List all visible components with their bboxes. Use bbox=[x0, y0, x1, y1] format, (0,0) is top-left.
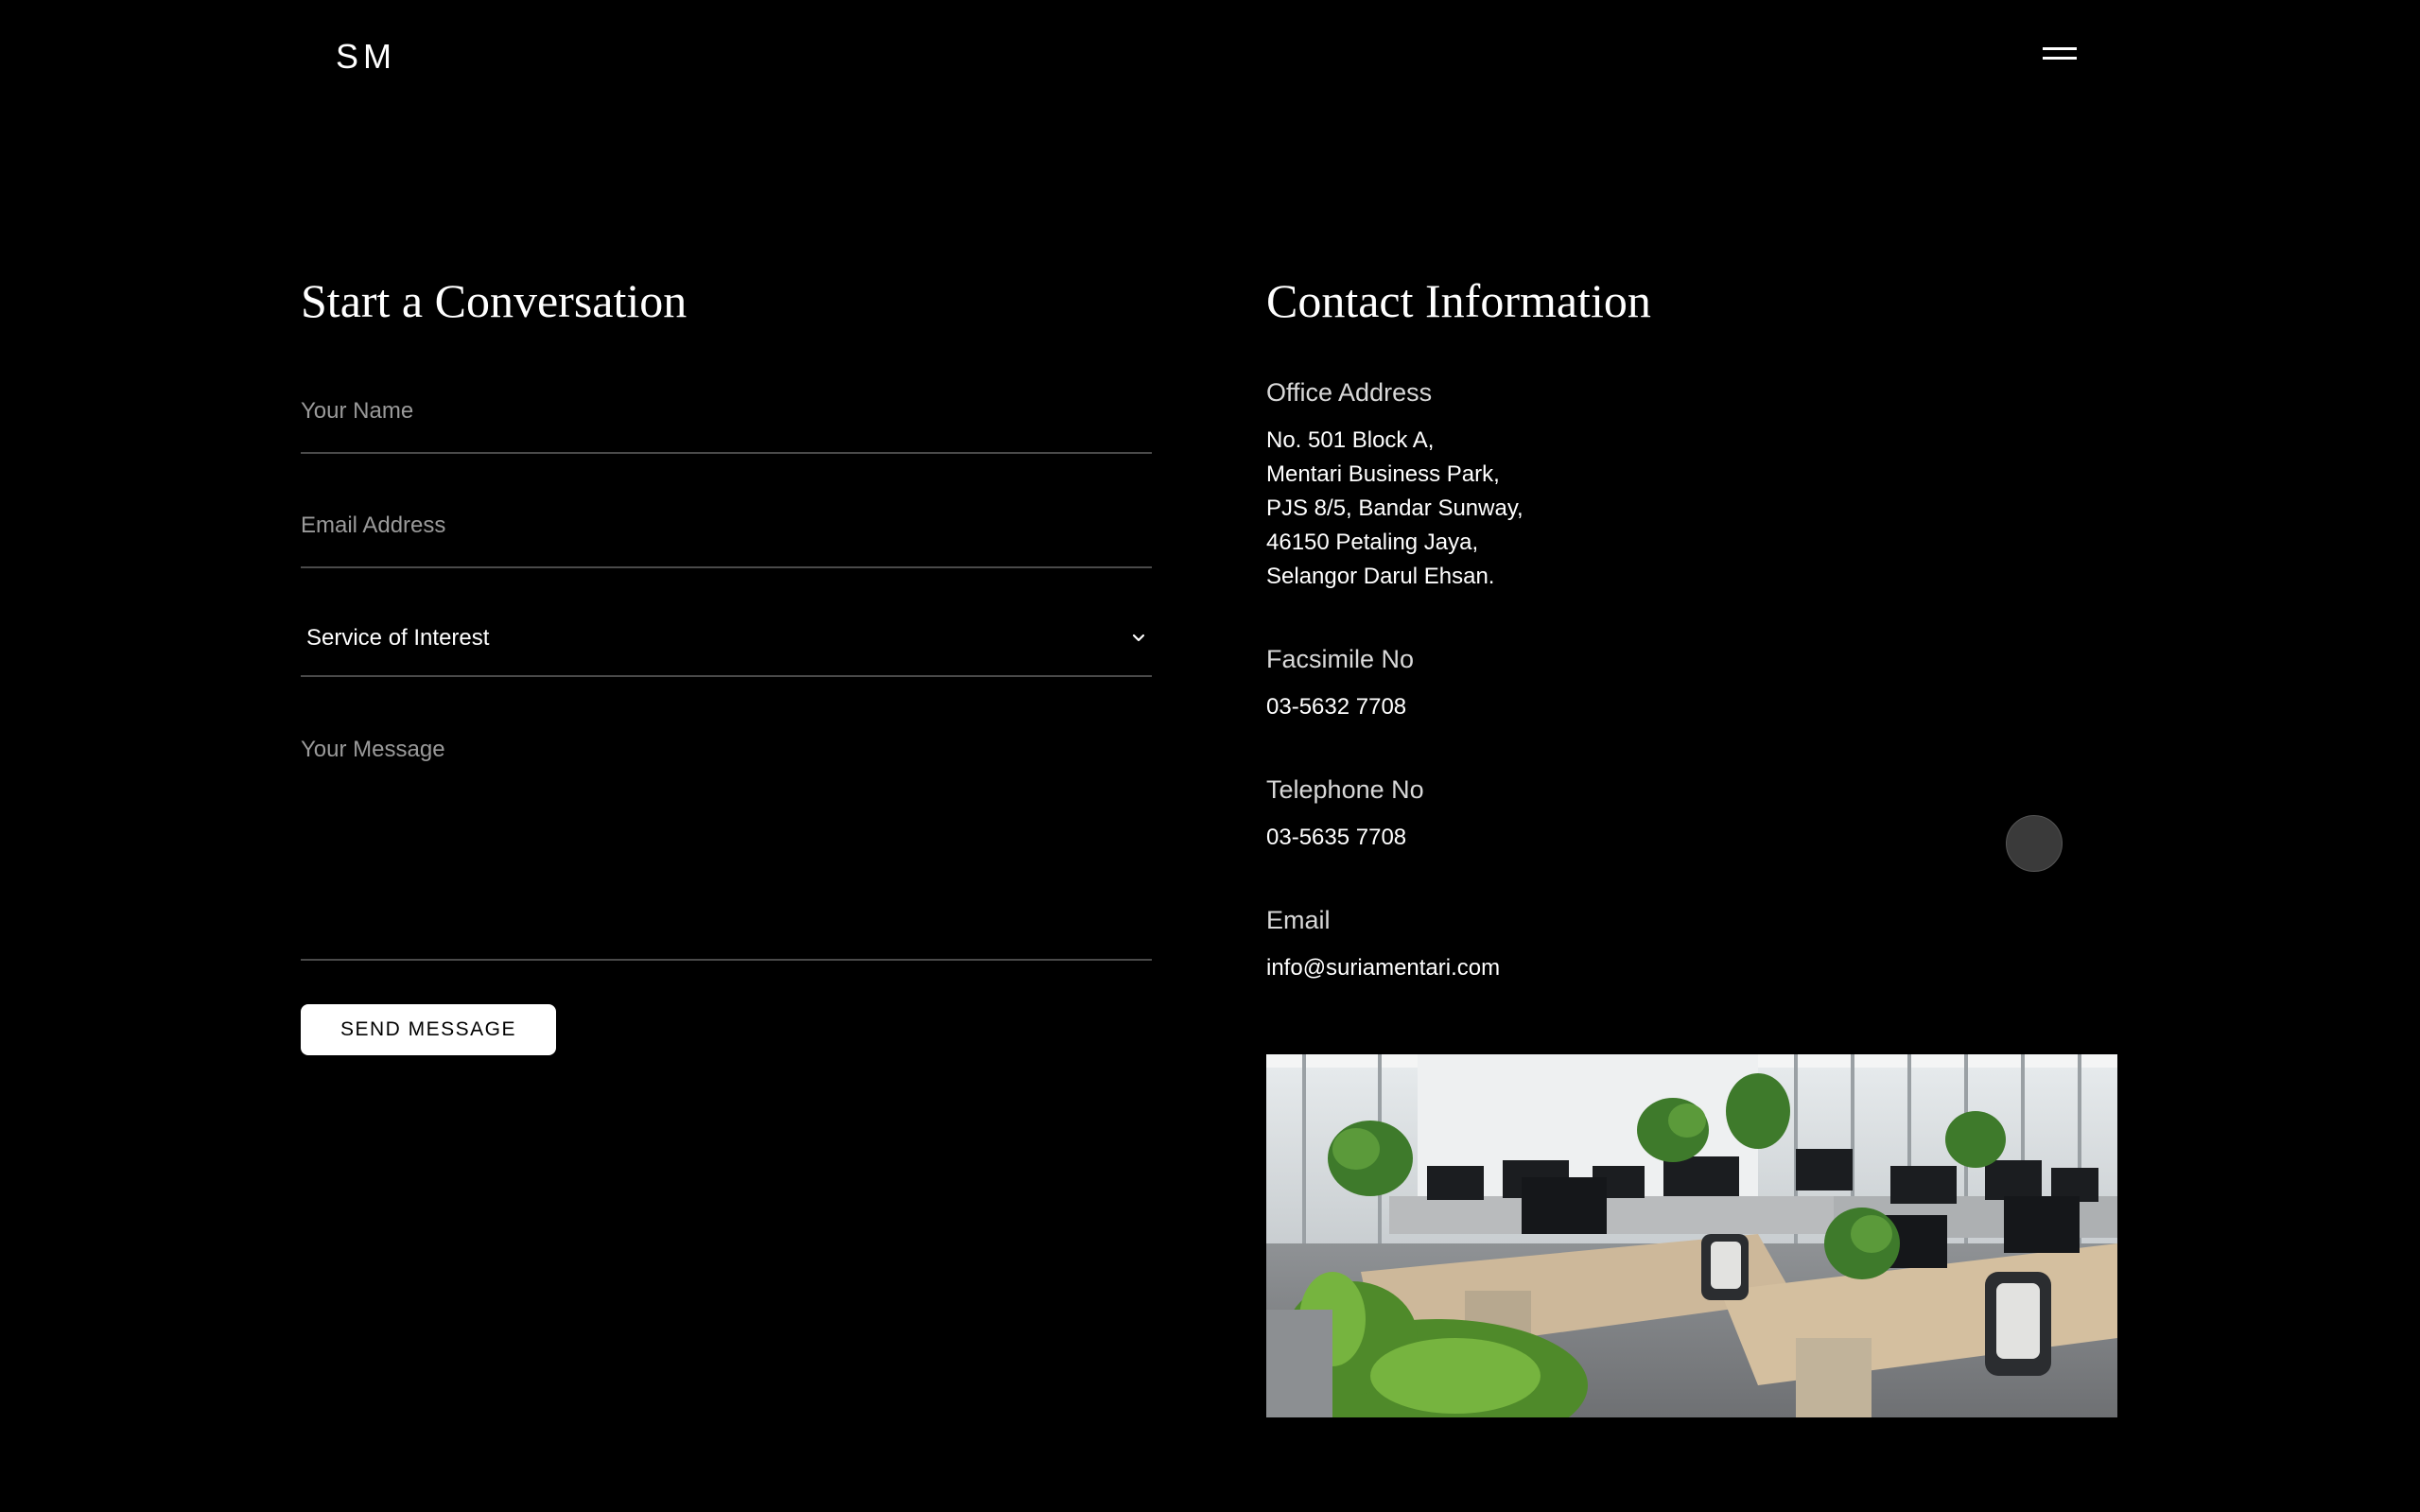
name-input[interactable] bbox=[301, 395, 1152, 427]
menu-line-bottom bbox=[2043, 57, 2077, 60]
menu-line-top bbox=[2043, 47, 2077, 50]
service-select[interactable]: Service of Interest bbox=[301, 615, 1152, 677]
email-label: Email bbox=[1266, 906, 1331, 934]
cursor-follower bbox=[2006, 815, 2063, 872]
service-select-value: Service of Interest bbox=[306, 625, 490, 651]
address-line: 46150 Petaling Jaya, bbox=[1266, 530, 1479, 555]
fax-label: Facsimile No bbox=[1266, 645, 1415, 673]
site-logo[interactable]: SM bbox=[336, 36, 396, 78]
hamburger-menu-icon[interactable] bbox=[2035, 42, 2092, 72]
address-line: Selangor Darul Ehsan. bbox=[1266, 564, 1495, 589]
address-line: Mentari Business Park, bbox=[1266, 461, 1500, 487]
chevron-down-icon bbox=[1127, 624, 1150, 652]
form-title: Start a Conversation bbox=[301, 274, 688, 327]
address-line: PJS 8/5, Bandar Sunway, bbox=[1266, 495, 1523, 521]
name-field-wrapper bbox=[301, 395, 1152, 454]
address-line: No. 501 Block A, bbox=[1266, 427, 1435, 453]
telephone-label: Telephone No bbox=[1266, 775, 1424, 804]
telephone-value[interactable]: 03-5635 7708 bbox=[1266, 821, 1406, 855]
email-field-wrapper bbox=[301, 510, 1152, 568]
email-input[interactable] bbox=[301, 510, 1152, 542]
email-value[interactable]: info@suriamentari.com bbox=[1266, 951, 1500, 985]
fax-value: 03-5632 7708 bbox=[1266, 694, 1407, 720]
contact-title: Contact Information bbox=[1266, 274, 1651, 327]
message-textarea[interactable] bbox=[301, 734, 1152, 923]
send-message-button[interactable]: SEND MESSAGE bbox=[301, 1004, 556, 1055]
message-field-wrapper bbox=[301, 734, 1152, 961]
office-address-label: Office Address bbox=[1266, 378, 1433, 407]
office-photo bbox=[1266, 1054, 2117, 1417]
office-address: No. 501 Block A, Mentari Business Park, … bbox=[1266, 424, 1523, 594]
